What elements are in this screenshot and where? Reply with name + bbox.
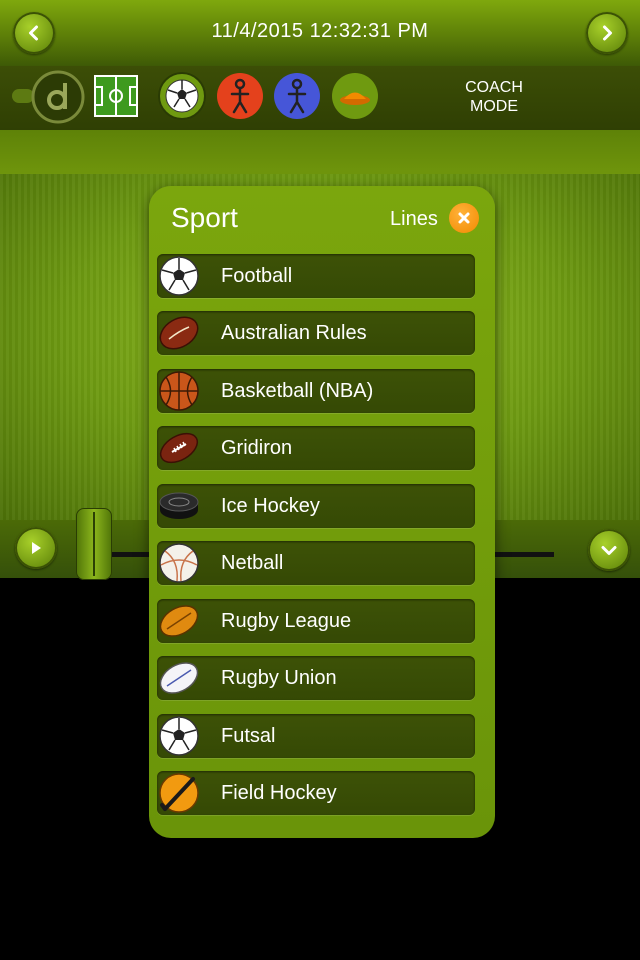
sport-item-basketball-nba[interactable]: Basketball (NBA): [157, 369, 475, 413]
rugby-union-ball-icon: [159, 662, 199, 694]
sport-label: Basketball (NBA): [221, 380, 374, 402]
blue-player-tool-icon[interactable]: [273, 72, 321, 120]
sport-label: Australian Rules: [221, 322, 367, 344]
sport-label: Gridiron: [221, 437, 293, 459]
sport-label: Football: [221, 265, 293, 287]
close-icon: [458, 212, 470, 224]
futsal-ball-icon: [159, 716, 199, 756]
sport-label: Field Hockey: [221, 782, 337, 804]
play-icon: [32, 542, 41, 554]
top-bar: 11/4/2015 12:32:31 PM: [0, 0, 640, 66]
sport-item-rugby-league[interactable]: Rugby League: [157, 599, 475, 643]
chevron-down-icon: [601, 546, 617, 555]
pitch-icon[interactable]: [94, 75, 138, 117]
sport-label: Rugby League: [221, 610, 352, 632]
netball-icon: [159, 543, 199, 583]
app-logo-icon[interactable]: [30, 69, 86, 125]
sport-item-netball[interactable]: Netball: [157, 541, 475, 585]
aussie-rules-ball-icon: [159, 316, 199, 350]
expand-button[interactable]: [588, 529, 630, 571]
next-button[interactable]: [586, 12, 628, 54]
sub-toolbar: [0, 130, 640, 174]
timeline-handle[interactable]: [76, 508, 112, 580]
sport-item-football[interactable]: Football: [157, 254, 475, 298]
rugby-league-ball-icon: [159, 605, 199, 637]
play-button[interactable]: [15, 527, 57, 569]
ball-tool-icon[interactable]: [158, 72, 206, 120]
sport-item-gridiron[interactable]: Gridiron: [157, 426, 475, 470]
sport-item-ice-hockey[interactable]: Ice Hockey: [157, 484, 475, 528]
date-time: 11/4/2015 12:32:31 PM: [211, 20, 429, 42]
coach-mode-line2: MODE: [470, 98, 518, 115]
sport-popup: Sport Lines Football Australian Rules Ba…: [149, 186, 495, 838]
coach-mode-line1: COACH: [465, 79, 523, 96]
sport-label: Futsal: [221, 725, 276, 747]
coach-mode-button[interactable]: COACH MODE: [446, 78, 542, 116]
sport-item-rugby-union[interactable]: Rugby Union: [157, 656, 475, 700]
american-football-icon: [159, 432, 199, 464]
basketball-icon: [159, 371, 199, 411]
popup-title: Sport: [171, 202, 238, 233]
lines-label[interactable]: Lines: [390, 208, 438, 231]
close-button[interactable]: [449, 203, 479, 233]
sport-item-australian-rules[interactable]: Australian Rules: [157, 311, 475, 355]
cone-tool-icon[interactable]: [331, 72, 379, 120]
sport-label: Ice Hockey: [221, 495, 320, 517]
hockey-puck-icon: [159, 492, 199, 519]
field-hockey-icon: [159, 773, 199, 813]
toolbar: COACH MODE: [0, 66, 640, 130]
sport-item-field-hockey[interactable]: Field Hockey: [157, 771, 475, 815]
soccer-ball-icon: [159, 256, 199, 296]
sport-label: Rugby Union: [221, 667, 337, 689]
red-player-tool-icon[interactable]: [216, 72, 264, 120]
sport-item-futsal[interactable]: Futsal: [157, 714, 475, 758]
chevron-right-icon: [603, 25, 612, 41]
sport-label: Netball: [221, 552, 284, 574]
